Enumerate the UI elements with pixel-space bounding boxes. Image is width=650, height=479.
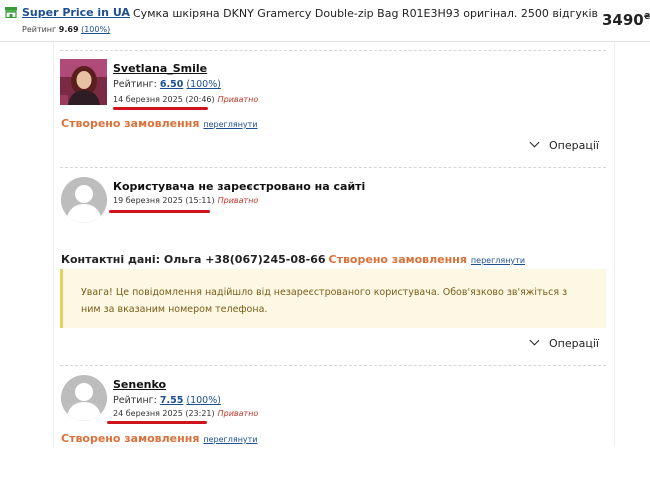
rating-label: Рейтинг: [113,395,157,406]
warning-text: Увага! Це повідомлення надійшло від неза… [81,287,568,315]
annotation-underline [107,421,207,424]
privacy-label: Приватно [217,196,259,205]
view-order-link[interactable]: переглянути [203,120,257,129]
operations-dropdown[interactable]: Операції [529,335,599,350]
header-bar: Super Price in UA Рейтинг 9.69 (100%) Су… [0,0,650,42]
reviewer-name-link[interactable]: Svetlana_Smile [113,62,207,75]
view-order-link[interactable]: переглянути [471,256,525,265]
rating-label: Рейтинг: [113,79,157,90]
operations-dropdown[interactable]: Операції [529,137,599,152]
unregistered-warning: Увага! Це повідомлення надійшло від неза… [60,269,606,328]
store-name-link[interactable]: Super Price in UA [22,6,130,19]
annotation-underline [109,210,210,213]
order-created-status: Створено замовлення переглянути [61,432,258,445]
reviewer-rating: Рейтинг: 7.55 (100%) [113,395,221,406]
store-icon [5,7,17,18]
store-rating-percent-link[interactable]: (100%) [81,25,110,34]
store-rating-label: Рейтинг [22,25,57,34]
chevron-down-icon [529,335,540,346]
avatar-placeholder-icon [61,375,107,421]
review-date: 19 березня 2025 (15:11) Приватно [113,196,258,205]
reviewer-name-link[interactable]: Senenko [113,378,166,391]
product-price: 3490₴ [602,11,650,29]
store-rating: Рейтинг 9.69 (100%) [22,25,110,34]
order-created-status: Створено замовлення переглянути [61,117,258,130]
divider [60,50,606,51]
rating-percent-link[interactable]: (100%) [186,395,221,406]
price-value: 3490 [602,11,644,29]
avatar [61,177,107,223]
chevron-down-icon [529,137,540,148]
avatar-placeholder-icon [61,177,107,223]
contact-text: Контактні дані: Ольга +38(067)245-08-66 [61,253,326,266]
operations-label: Операції [549,337,599,350]
store-rating-value: 9.69 [58,25,79,34]
operations-label: Операції [549,139,599,152]
review-date-text: 19 березня 2025 (15:11) [113,196,215,205]
review-date: 14 березня 2025 (20:46) Приватно [113,95,258,104]
view-order-link[interactable]: переглянути [203,435,257,444]
reviewer-rating: Рейтинг: 6.50 (100%) [113,79,221,90]
review-date: 24 березня 2025 (23:21) Приватно [113,409,258,418]
order-created-text: Створено замовлення [61,432,200,445]
review-date-text: 14 березня 2025 (20:46) [113,95,215,104]
divider [60,365,606,366]
divider [60,167,606,168]
order-created-text: Створено замовлення [61,117,200,130]
rating-value-link[interactable]: 6.50 [160,79,183,90]
rating-value-link[interactable]: 7.55 [160,395,183,406]
privacy-label: Приватно [217,95,259,104]
annotation-underline [113,107,208,110]
product-title: Сумка шкіряна DKNY Gramercy Double-zip B… [133,7,599,20]
unregistered-user-label: Користувача не зареєстровано на сайті [113,180,366,193]
avatar-photo-icon [60,59,107,105]
order-created-text: Створено замовлення [328,253,467,266]
avatar [61,375,107,421]
currency-symbol: ₴ [643,12,650,21]
rating-percent-link[interactable]: (100%) [186,79,221,90]
privacy-label: Приватно [217,409,259,418]
contact-info: Контактні дані: Ольга +38(067)245-08-66 С… [61,253,525,266]
avatar[interactable] [60,59,107,105]
review-date-text: 24 березня 2025 (23:21) [113,409,215,418]
